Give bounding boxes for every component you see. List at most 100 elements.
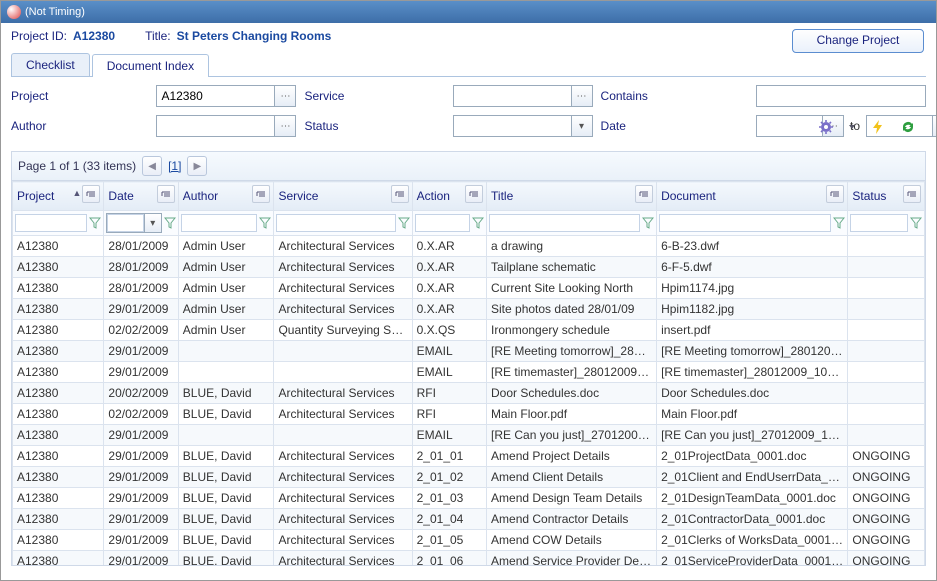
filter-date-from-input[interactable] [757,116,822,136]
cell-author: BLUE, David [178,509,274,530]
funnel-icon[interactable] [89,217,101,229]
cell-action: 0.X.AR [412,236,486,257]
funnel-icon[interactable] [833,217,845,229]
tab-document-index[interactable]: Document Index [92,54,209,77]
table-row[interactable]: A1238029/01/2009BLUE, DavidArchitectural… [13,446,925,467]
filter-service-picker[interactable]: ⋯ [571,86,592,106]
filter-cell-project[interactable] [15,214,87,232]
chevron-down-icon[interactable] [848,119,856,135]
column-header-action[interactable]: Action [412,182,486,211]
cell-document: 2_01ContractorData_0001.doc [657,509,848,530]
cell-service: Architectural Services [274,299,412,320]
filter-cell-action[interactable] [415,214,470,232]
group-icon[interactable] [635,185,653,203]
refresh-icon[interactable] [900,119,916,135]
filter-cell-author[interactable] [181,214,258,232]
title-bar: (Not Timing) [1,1,936,23]
filter-service-combo[interactable]: ⋯ [453,85,593,107]
pager-bar: Page 1 of 1 (33 items) ◀ [1] ▶ [11,151,926,180]
filter-contains-input[interactable] [757,86,925,106]
gear-icon[interactable] [818,119,834,135]
funnel-icon[interactable] [259,217,271,229]
cell-date: 02/02/2009 [104,320,178,341]
table-row[interactable]: A1238029/01/2009EMAIL[RE timemaster]_280… [13,362,925,383]
group-icon[interactable] [391,185,409,203]
filter-project-input[interactable] [157,86,274,106]
filter-status-combo[interactable]: ▾ [453,115,593,137]
filter-cell-status[interactable] [850,214,908,232]
funnel-icon[interactable] [642,217,654,229]
group-icon[interactable] [252,185,270,203]
filter-project-combo[interactable]: ⋯ [156,85,296,107]
filter-author-input[interactable] [157,116,274,136]
group-icon[interactable] [157,185,175,203]
table-row[interactable]: A1238029/01/2009BLUE, DavidArchitectural… [13,488,925,509]
filter-project-picker[interactable]: ⋯ [274,86,295,106]
table-row[interactable]: A1238029/01/2009BLUE, DavidArchitectural… [13,467,925,488]
column-header-service[interactable]: Service [274,182,412,211]
group-icon[interactable] [826,185,844,203]
column-header-status[interactable]: Status [848,182,925,211]
filter-date-to-picker[interactable]: ⋯ [932,116,937,136]
lightning-icon[interactable] [870,119,886,135]
funnel-icon[interactable] [910,217,922,229]
change-project-button[interactable]: Change Project [792,29,924,53]
filter-author-combo[interactable]: ⋯ [156,115,296,137]
cell-author: BLUE, David [178,446,274,467]
filter-status-input[interactable] [454,116,571,136]
cell-service: Architectural Services [274,257,412,278]
window-title: (Not Timing) [25,6,85,18]
filter-cell-title[interactable] [489,214,640,232]
group-icon[interactable] [82,185,100,203]
cell-project: A12380 [13,467,104,488]
table-row[interactable]: A1238020/02/2009BLUE, DavidArchitectural… [13,383,925,404]
pager-page-1[interactable]: [1] [168,159,181,173]
filter-cell-document[interactable] [659,214,831,232]
cell-document: 2_01Clerks of WorksData_0001.doc [657,530,848,551]
table-row[interactable]: A1238002/02/2009Admin UserQuantity Surve… [13,320,925,341]
filter-cell-date-dropdown[interactable]: ▾ [144,214,161,232]
filter-cell-service[interactable] [276,214,395,232]
table-row[interactable]: A1238029/01/2009BLUE, DavidArchitectural… [13,551,925,567]
funnel-icon[interactable] [472,217,484,229]
table-row[interactable]: A1238028/01/2009Admin UserArchitectural … [13,278,925,299]
cell-date: 28/01/2009 [104,278,178,299]
funnel-icon[interactable] [398,217,410,229]
funnel-icon[interactable] [164,217,176,229]
filter-cell-date[interactable] [107,214,143,232]
filter-service-input[interactable] [454,86,571,106]
cell-project: A12380 [13,488,104,509]
column-header-title[interactable]: Title [487,182,657,211]
table-row[interactable]: A1238029/01/2009Admin UserArchitectural … [13,299,925,320]
cell-project: A12380 [13,236,104,257]
filter-status-dropdown[interactable]: ▾ [571,116,592,136]
column-header-date[interactable]: Date [104,182,178,211]
cell-author [178,425,274,446]
pager-prev-button[interactable]: ◀ [142,156,162,176]
cell-service: Architectural Services [274,404,412,425]
table-row[interactable]: A1238028/01/2009Admin UserArchitectural … [13,236,925,257]
column-header-document[interactable]: Document [657,182,848,211]
table-row[interactable]: A1238029/01/2009EMAIL[RE Meeting tomorro… [13,341,925,362]
table-row[interactable]: A1238029/01/2009BLUE, DavidArchitectural… [13,530,925,551]
column-header-author[interactable]: Author [178,182,274,211]
tab-checklist[interactable]: Checklist [11,53,90,76]
cell-status: ONGOING [848,488,925,509]
table-row[interactable]: A1238028/01/2009Admin UserArchitectural … [13,257,925,278]
column-header-project[interactable]: Project▲ [13,182,104,211]
cell-title: Amend Client Details [487,467,657,488]
filter-contains-field[interactable] [756,85,926,107]
cell-action: EMAIL [412,362,486,383]
group-icon[interactable] [903,185,921,203]
cell-action: 0.X.AR [412,299,486,320]
filter-author-picker[interactable]: ⋯ [274,116,295,136]
document-grid[interactable]: Project▲ Date Author Service Action Titl… [11,180,926,566]
pager-next-button[interactable]: ▶ [187,156,207,176]
cell-author: BLUE, David [178,551,274,567]
cell-document: 2_01Client and EndUserrData_00... [657,467,848,488]
cell-service: Architectural Services [274,446,412,467]
table-row[interactable]: A1238029/01/2009EMAIL[RE Can you just]_2… [13,425,925,446]
table-row[interactable]: A1238002/02/2009BLUE, DavidArchitectural… [13,404,925,425]
group-icon[interactable] [465,185,483,203]
table-row[interactable]: A1238029/01/2009BLUE, DavidArchitectural… [13,509,925,530]
